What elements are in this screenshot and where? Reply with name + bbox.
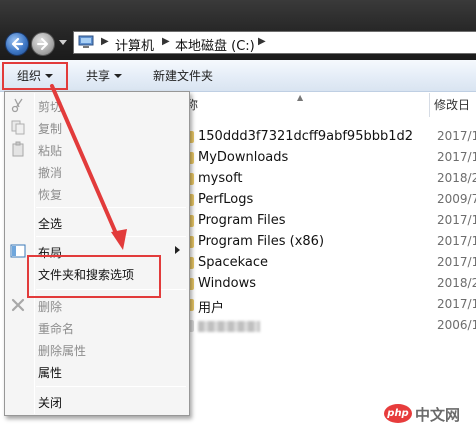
computer-icon — [78, 35, 94, 48]
menu-item-label: 粘贴 — [38, 144, 63, 158]
file-name: 用户 — [198, 301, 225, 316]
menu-item-select-all[interactable]: 全选 — [5, 211, 189, 233]
menu-item-properties[interactable]: 属性 — [5, 360, 189, 382]
breadcrumb-local-disk[interactable]: 本地磁盘 (C:) — [175, 35, 255, 54]
blurred-file-name — [198, 321, 260, 332]
menu-item-label: 删除属性 — [38, 344, 87, 358]
new-folder-label: 新建文件夹 — [153, 69, 214, 83]
file-date: 2017/1 — [437, 255, 476, 269]
menu-item-undo[interactable]: 撤消 — [5, 160, 189, 182]
arrow-right-icon — [37, 38, 48, 50]
address-box[interactable]: ▶ 计算机 ▶ 本地磁盘 (C:) ▶ — [73, 31, 476, 54]
breadcrumb-separator-icon[interactable]: ▶ — [162, 36, 170, 47]
menu-item-remove-properties[interactable]: 删除属性 — [5, 338, 189, 360]
menu-separator — [36, 386, 186, 387]
file-date: 2006/1 — [437, 318, 476, 332]
file-name: Spacekace — [198, 255, 269, 270]
menu-item-copy[interactable]: 复制 — [5, 116, 189, 138]
menu-item-paste[interactable]: 粘贴 — [5, 138, 189, 160]
menu-item-label: 剪切 — [38, 100, 63, 114]
back-button[interactable] — [5, 32, 29, 56]
file-date: 2017/1 — [437, 234, 476, 248]
organize-highlight-box — [2, 62, 68, 90]
command-bar: 组织 共享 新建文件夹 — [0, 60, 476, 92]
chevron-down-icon — [114, 73, 123, 78]
menu-item-label: 恢复 — [38, 188, 63, 202]
file-name: mysoft — [198, 171, 243, 186]
organize-menu: 剪切 复制 粘贴 撤消 恢复 全选 布局 文件夹和搜索选项 删除 重命名 删除属… — [4, 91, 190, 416]
new-folder-button[interactable]: 新建文件夹 — [153, 60, 213, 92]
file-name: PerfLogs — [198, 192, 254, 207]
layout-icon — [10, 244, 26, 258]
scissors-icon — [11, 98, 23, 113]
file-date: 2017/1 — [437, 297, 476, 311]
share-button[interactable]: 共享 — [86, 60, 123, 92]
breadcrumb-computer[interactable]: 计算机 — [115, 35, 154, 54]
file-name: Program Files (x86) — [198, 234, 325, 249]
submenu-arrow-icon — [175, 246, 180, 254]
menu-separator — [36, 236, 186, 237]
file-date: 2017/1 — [437, 129, 476, 143]
menu-item-label: 全选 — [38, 217, 63, 231]
file-name: MyDownloads — [198, 150, 289, 165]
file-name: Windows — [198, 276, 257, 291]
menu-item-label: 关闭 — [38, 396, 63, 410]
delete-x-icon — [11, 298, 25, 312]
file-date: 2017/1 — [437, 150, 476, 164]
menu-item-label: 撤消 — [38, 166, 63, 180]
php-logo: php — [384, 404, 412, 423]
menu-item-label: 重命名 — [38, 322, 75, 336]
file-date: 2018/2 — [437, 171, 476, 185]
share-label: 共享 — [86, 69, 111, 83]
clipboard-icon — [12, 141, 24, 157]
arrow-left-icon — [11, 37, 24, 51]
menu-item-label: 删除 — [38, 300, 63, 314]
forward-button[interactable] — [31, 32, 55, 56]
folder-options-highlight-box — [27, 255, 161, 298]
file-date: 2018/2 — [437, 276, 476, 290]
watermark-text: 中文网 — [415, 406, 461, 424]
column-divider[interactable] — [429, 93, 430, 117]
file-date: 2009/7 — [437, 192, 476, 206]
recent-pages-dropdown-icon[interactable] — [59, 40, 67, 46]
column-header-date[interactable]: 修改日 — [434, 93, 470, 117]
address-bar-area: ▶ 计算机 ▶ 本地磁盘 (C:) ▶ — [0, 0, 476, 60]
file-name: 150ddd3f7321dcff9abf95bbb1d2 — [198, 129, 414, 144]
menu-item-label: 属性 — [38, 366, 63, 380]
sort-ascending-icon: ▲ — [297, 93, 304, 102]
file-name: Program Files — [198, 213, 286, 228]
file-date: 2017/1 — [437, 213, 476, 227]
menu-item-cut[interactable]: 剪切 — [5, 94, 189, 116]
menu-item-rename[interactable]: 重命名 — [5, 316, 189, 338]
breadcrumb-separator-icon[interactable]: ▶ — [101, 36, 109, 47]
menu-separator — [36, 207, 186, 208]
menu-item-redo[interactable]: 恢复 — [5, 182, 189, 204]
menu-item-label: 复制 — [38, 122, 63, 136]
menu-item-close[interactable]: 关闭 — [5, 390, 189, 412]
copy-icon — [11, 120, 25, 135]
breadcrumb-separator-icon[interactable]: ▶ — [258, 36, 266, 47]
